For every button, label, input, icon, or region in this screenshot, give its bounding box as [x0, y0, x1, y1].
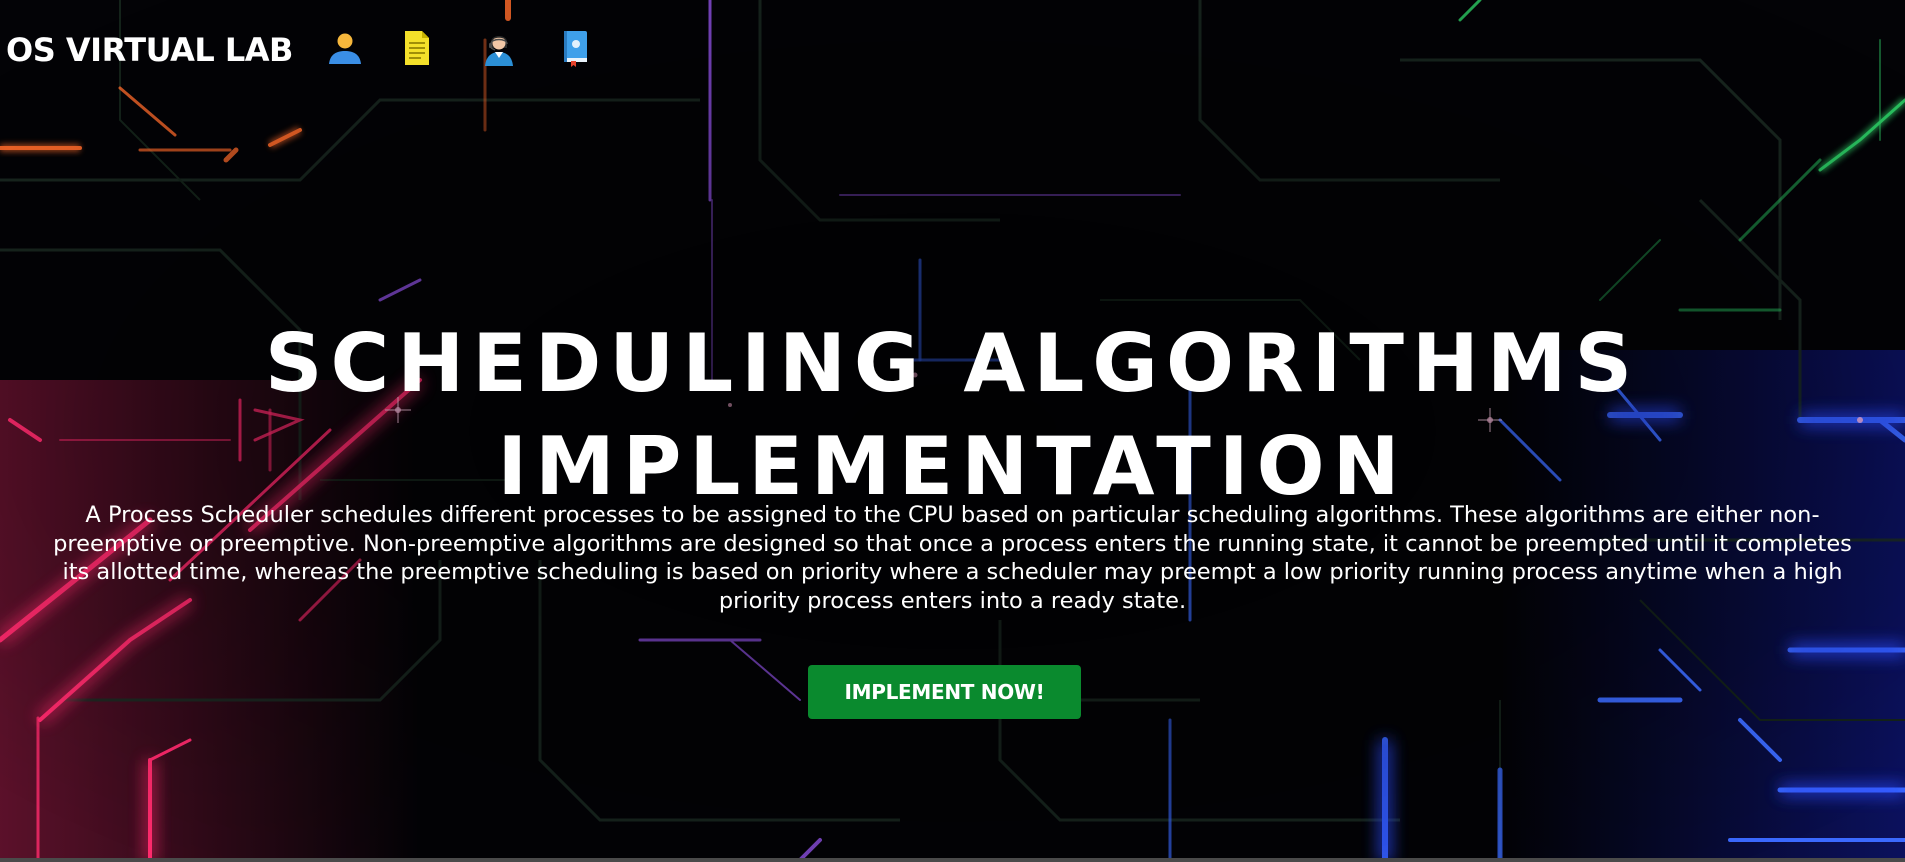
hero-title-line-1: SCHEDULING ALGORITHMS — [264, 316, 1641, 410]
book-icon[interactable] — [555, 28, 595, 68]
navbar: OS VIRTUAL LAB — [0, 22, 293, 78]
user-icon[interactable] — [325, 28, 365, 68]
document-icon[interactable] — [396, 28, 436, 68]
hero-title: SCHEDULING ALGORITHMS IMPLEMENTATION — [0, 312, 1905, 518]
brand-logo-text[interactable]: OS VIRTUAL LAB — [6, 31, 293, 69]
bottom-scroll-edge — [0, 858, 1905, 862]
implement-now-button[interactable]: IMPLEMENT NOW! — [808, 665, 1081, 719]
support-agent-icon[interactable] — [479, 28, 519, 68]
hero-description: A Process Scheduler schedules different … — [53, 502, 1852, 614]
